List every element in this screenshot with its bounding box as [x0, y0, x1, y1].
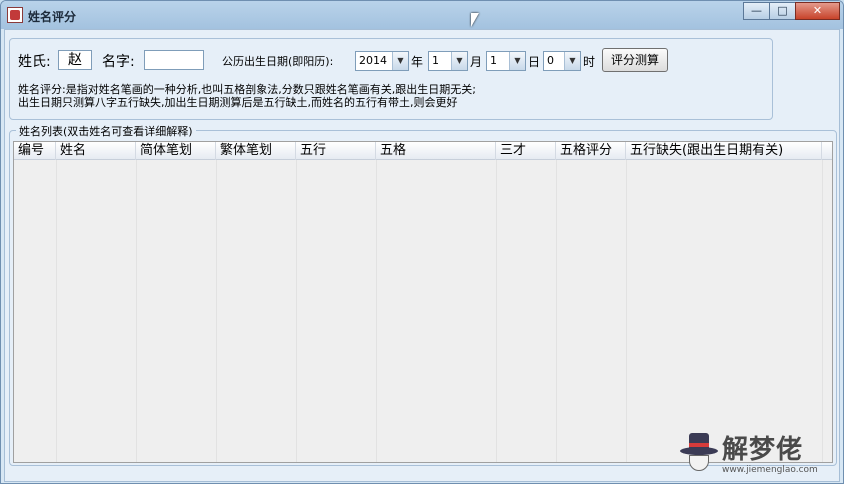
column-header-missing-elements[interactable]: 五行缺失(跟出生日期有关) [626, 142, 822, 160]
column-header-number[interactable]: 编号 [14, 142, 56, 160]
description-line-2: 出生日期只测算八字五行缺失,加出生日期测算后是五行缺土,而姓名的五行有带土,则会… [18, 96, 458, 109]
list-header: 编号 姓名 简体笔划 繁体笔划 五行 五格 三才 五格评分 五行缺失(跟出生日期… [14, 142, 832, 160]
watermark-url: www.jiemenglao.com [722, 465, 818, 475]
close-button[interactable]: ✕ [795, 2, 840, 20]
chevron-down-icon[interactable]: ▼ [564, 52, 580, 70]
window-controls: — □ ✕ [743, 2, 840, 20]
column-header-traditional-strokes[interactable]: 繁体笔划 [216, 142, 296, 160]
month-unit-label: 月 [470, 55, 483, 69]
column-header-three-talents[interactable]: 三才 [496, 142, 556, 160]
watermark-logo: 解梦佬 www.jiemenglao.com [678, 429, 840, 481]
name-list-title: 姓名列表(双击姓名可查看详细解释) [16, 123, 196, 139]
input-panel: 姓氏: 赵 名字: 公历出生日期(即阳历): 2014 ▼ 年 1 ▼ 月 1 … [9, 38, 773, 120]
column-header-five-elements[interactable]: 五行 [296, 142, 376, 160]
watermark-brand: 解梦佬 [722, 435, 804, 465]
maximize-button[interactable]: □ [769, 2, 796, 20]
day-value: 1 [490, 54, 497, 67]
column-header-simplified-strokes[interactable]: 简体笔划 [136, 142, 216, 160]
hour-value: 0 [547, 54, 554, 67]
calculate-button[interactable]: 评分测算 [602, 48, 668, 72]
name-list-view[interactable]: 编号 姓名 简体笔划 繁体笔划 五行 五格 三才 五格评分 五行缺失(跟出生日期… [13, 141, 833, 463]
title-bar[interactable]: 姓名评分 — □ ✕ [1, 1, 843, 29]
column-divider [296, 160, 297, 462]
column-divider [822, 160, 823, 462]
column-divider [626, 160, 627, 462]
hour-unit-label: 时 [583, 55, 596, 69]
description-text: 姓名评分:是指对姓名笔画的一种分析,也叫五格剖象法,分数只跟姓名笔画有关,跟出生… [18, 83, 476, 109]
chevron-down-icon[interactable]: ▼ [451, 52, 467, 70]
day-unit-label: 日 [528, 55, 541, 69]
column-divider [556, 160, 557, 462]
surname-input[interactable]: 赵 [58, 50, 92, 70]
column-divider [136, 160, 137, 462]
year-unit-label: 年 [411, 55, 424, 69]
column-divider [496, 160, 497, 462]
month-value: 1 [432, 54, 439, 67]
column-header-name[interactable]: 姓名 [56, 142, 136, 160]
chevron-down-icon[interactable]: ▼ [392, 52, 408, 70]
column-divider [56, 160, 57, 462]
year-value: 2014 [359, 54, 387, 67]
column-header-score[interactable]: 五格评分 [556, 142, 626, 160]
description-line-1: 姓名评分:是指对姓名笔画的一种分析,也叫五格剖象法,分数只跟姓名笔画有关,跟出生… [18, 83, 476, 96]
window-title: 姓名评分 [28, 10, 77, 24]
month-select[interactable]: 1 ▼ [428, 51, 468, 71]
given-name-label: 名字: [102, 54, 135, 70]
app-icon [7, 7, 23, 23]
column-header-five-grids[interactable]: 五格 [376, 142, 496, 160]
client-area: 姓氏: 赵 名字: 公历出生日期(即阳历): 2014 ▼ 年 1 ▼ 月 1 … [4, 29, 840, 482]
minimize-button[interactable]: — [743, 2, 770, 20]
hour-select[interactable]: 0 ▼ [543, 51, 581, 71]
column-divider [376, 160, 377, 462]
birthdate-label: 公历出生日期(即阳历): [222, 55, 334, 68]
app-window: 姓名评分 — □ ✕ 姓氏: 赵 名字: 公历出生日期(即阳历): 2014 ▼… [0, 0, 844, 484]
mouse-pointer-icon [471, 13, 479, 27]
given-name-input[interactable] [144, 50, 204, 70]
name-list-group: 姓名列表(双击姓名可查看详细解释) 编号 姓名 简体笔划 繁体笔划 五行 五格 … [9, 123, 837, 466]
year-select[interactable]: 2014 ▼ [355, 51, 409, 71]
hat-character-icon [680, 433, 718, 473]
column-divider [216, 160, 217, 462]
chevron-down-icon[interactable]: ▼ [509, 52, 525, 70]
day-select[interactable]: 1 ▼ [486, 51, 526, 71]
surname-label: 姓氏: [18, 54, 51, 70]
